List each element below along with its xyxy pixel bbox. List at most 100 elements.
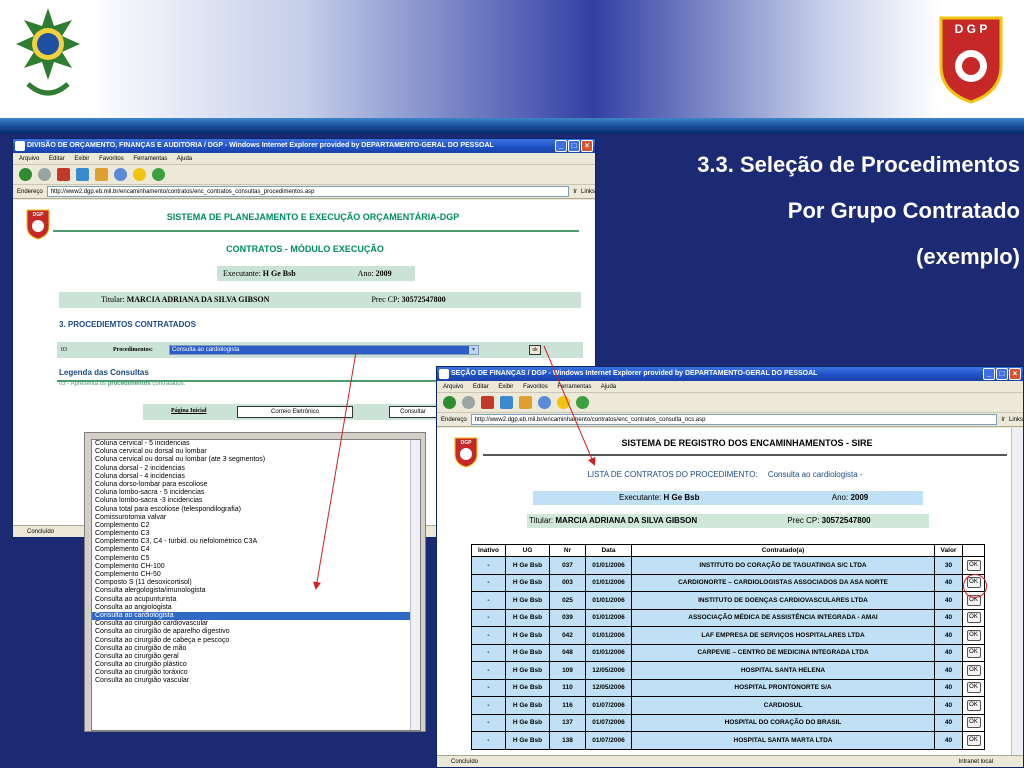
dropdown-option[interactable]: Coluna dorso-lombar para escoliose: [92, 481, 420, 489]
ok-button[interactable]: OK: [966, 699, 981, 711]
ok-button[interactable]: OK: [966, 559, 981, 571]
dropdown-option[interactable]: Consulta ao cardiologista: [92, 611, 420, 621]
links-button[interactable]: Links: [1009, 413, 1023, 427]
menu-editar[interactable]: Editar: [473, 384, 489, 390]
ok-button[interactable]: OK: [966, 734, 981, 746]
home-link[interactable]: Página Inicial: [171, 408, 207, 414]
menu-favoritos[interactable]: Favoritos: [523, 384, 548, 390]
address-input[interactable]: http://www2.dgp.eb.mil.br/encaminhamento…: [46, 186, 570, 197]
ok-button[interactable]: OK: [966, 664, 981, 676]
cell-valor: 40: [934, 696, 963, 715]
consultar-button[interactable]: Consultar: [389, 406, 437, 418]
cell-action: OK: [962, 713, 985, 732]
dropdown-option[interactable]: Comissurotomia valvar: [92, 514, 420, 522]
menu-ferramentas[interactable]: Ferramentas: [557, 384, 591, 390]
dropdown-option[interactable]: Consulta ao cirurgião de mão: [92, 645, 420, 653]
cell-inativo: -: [471, 713, 506, 732]
window-titlebar[interactable]: SEÇÃO DE FINANÇAS / DGP - Windows Intern…: [437, 367, 1023, 381]
procedure-options-list[interactable]: Coluna cervical - 5 incidencias Coluna ce…: [91, 439, 421, 731]
links-button[interactable]: Links: [581, 185, 595, 199]
ok-button[interactable]: OK: [966, 717, 981, 729]
ok-button[interactable]: OK: [966, 629, 981, 641]
ok-button[interactable]: OK: [966, 682, 981, 694]
dropdown-option[interactable]: Complemento C3: [92, 530, 420, 538]
go-button[interactable]: Ir: [573, 185, 577, 199]
table-row: -H Ge Bsb 039 01/01/2006 ASSOCIAÇÃO MÉDICA …: [471, 608, 985, 627]
dropdown-option[interactable]: Complemento C3, C4 - turbid. ou nefolomé…: [92, 538, 420, 546]
dropdown-option[interactable]: Consulta ao acupunturista: [92, 596, 420, 604]
cell-ug: H Ge Bsb: [505, 556, 550, 575]
ok-button[interactable]: OK: [966, 612, 981, 624]
cell-ug: H Ge Bsb: [505, 591, 550, 610]
scrollbar[interactable]: [410, 440, 420, 730]
ok-button[interactable]: OK: [966, 647, 981, 659]
forward-icon[interactable]: [462, 396, 475, 409]
dropdown-option[interactable]: Consulta ao cirurgião toráxico: [92, 669, 420, 677]
go-button[interactable]: Ir: [1001, 413, 1005, 427]
back-icon[interactable]: [19, 168, 32, 181]
menu-ferramentas[interactable]: Ferramentas: [133, 156, 167, 162]
dropdown-option[interactable]: Consulta ao angiologista: [92, 604, 420, 612]
search-icon[interactable]: [114, 168, 127, 181]
menu-exibir[interactable]: Exibir: [74, 156, 89, 162]
home-icon[interactable]: [95, 168, 108, 181]
scrollbar[interactable]: [1011, 428, 1023, 757]
email-button[interactable]: Correio Eletrônico: [237, 406, 353, 418]
slide-title: 3.3. Seleção de Procedimentos Por Grupo …: [600, 142, 1020, 280]
maximize-button[interactable]: □: [996, 368, 1008, 380]
dropdown-option[interactable]: Consulta ao cirurgião cardiovascular: [92, 620, 420, 628]
dropdown-option[interactable]: Coluna lombo-sacra -3 incidencias: [92, 497, 420, 505]
close-button[interactable]: ×: [1009, 368, 1021, 380]
dropdown-option[interactable]: Complemento CH-50: [92, 571, 420, 579]
address-input[interactable]: http://www2.dgp.eb.mil.br/encaminhamento…: [470, 414, 998, 425]
dropdown-option[interactable]: Consulta ao cirurgião vascular: [92, 677, 420, 685]
dropdown-option[interactable]: Consulta ao cirurgião de aparelho digest…: [92, 628, 420, 636]
menu-ajuda[interactable]: Ajuda: [601, 384, 616, 390]
ok-button[interactable]: ok: [529, 345, 541, 355]
refresh-icon[interactable]: [500, 396, 513, 409]
window-titlebar[interactable]: DIVISÃO DE ORÇAMENTO, FINANÇAS E AUDITOR…: [13, 139, 595, 153]
refresh-icon[interactable]: [76, 168, 89, 181]
dropdown-option[interactable]: Complemento C2: [92, 522, 420, 530]
stop-icon[interactable]: [481, 396, 494, 409]
stop-icon[interactable]: [57, 168, 70, 181]
dropdown-option[interactable]: Consulta ao cirurgião de cabeça e pescoç…: [92, 637, 420, 645]
back-icon[interactable]: [443, 396, 456, 409]
menu-ajuda[interactable]: Ajuda: [177, 156, 192, 162]
dropdown-option[interactable]: Coluna total para escoliose (telespondil…: [92, 506, 420, 514]
menu-arquivo[interactable]: Arquivo: [443, 384, 463, 390]
dropdown-option[interactable]: Coluna dorsal - 4 incidencias: [92, 473, 420, 481]
dropdown-option[interactable]: Consulta ao cirurgião geral: [92, 653, 420, 661]
dropdown-option[interactable]: Coluna cervical ou dorsal ou lombar: [92, 448, 420, 456]
dropdown-option[interactable]: Coluna cervical ou dorsal ou lombar (ate…: [92, 456, 420, 464]
maximize-button[interactable]: □: [568, 140, 580, 152]
home-icon[interactable]: [519, 396, 532, 409]
dropdown-option[interactable]: Complemento C4: [92, 546, 420, 554]
dropdown-option[interactable]: Composto S (11 desoxicortisol): [92, 579, 420, 587]
history-icon[interactable]: [576, 396, 589, 409]
menu-arquivo[interactable]: Arquivo: [19, 156, 39, 162]
close-button[interactable]: ×: [581, 140, 593, 152]
dropdown-option[interactable]: Consulta ao cirurgião plástico: [92, 661, 420, 669]
dropdown-option[interactable]: Consulta alergologista/imunologista: [92, 587, 420, 595]
dropdown-option[interactable]: Coluna lombo-sacra - 5 incidencias: [92, 489, 420, 497]
prec-value: 30572547800: [401, 295, 446, 304]
forward-icon[interactable]: [38, 168, 51, 181]
menu-editar[interactable]: Editar: [49, 156, 65, 162]
dropdown-option[interactable]: Complemento CH-100: [92, 563, 420, 571]
history-icon[interactable]: [152, 168, 165, 181]
minimize-button[interactable]: _: [983, 368, 995, 380]
dropdown-option[interactable]: Complemento C5: [92, 555, 420, 563]
search-icon[interactable]: [538, 396, 551, 409]
browser-window-financas: SEÇÃO DE FINANÇAS / DGP - Windows Intern…: [436, 366, 1024, 768]
chevron-down-icon[interactable]: ▾: [469, 346, 478, 354]
dropdown-option[interactable]: Coluna cervical - 5 incidencias: [92, 440, 420, 448]
menu-favoritos[interactable]: Favoritos: [99, 156, 124, 162]
favorites-star-icon[interactable]: [133, 168, 146, 181]
favorites-star-icon[interactable]: [557, 396, 570, 409]
minimize-button[interactable]: _: [555, 140, 567, 152]
executante-label: Executante:: [619, 493, 662, 502]
menu-exibir[interactable]: Exibir: [498, 384, 513, 390]
dropdown-option[interactable]: Coluna dorsal - 2 incidencias: [92, 465, 420, 473]
procedure-select[interactable]: Consulta ao cardiologista ▾: [169, 345, 479, 355]
